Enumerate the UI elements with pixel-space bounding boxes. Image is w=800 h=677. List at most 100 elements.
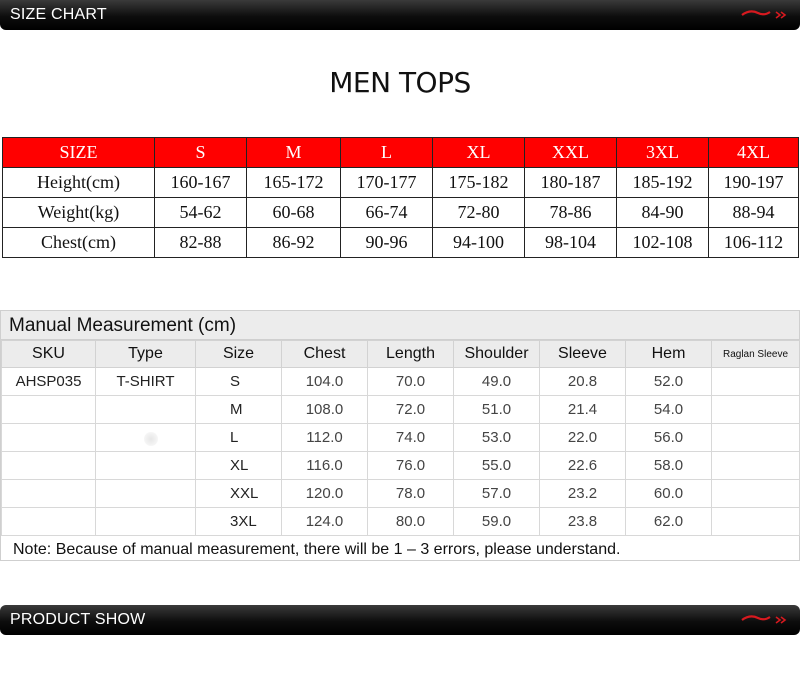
manual-column-header: SKU <box>1 340 96 368</box>
size-row-label: Chest(cm) <box>2 227 155 258</box>
manual-cell: M <box>195 395 282 424</box>
manual-measurement-panel: Manual Measurement (cm) SKU Type Size Chest… <box>0 310 800 561</box>
manual-cell: 74.0 <box>367 423 454 452</box>
table-row: 3XL 124.0 80.0 59.0 23.8 62.0 <box>1 507 800 536</box>
manual-cell: 54.0 <box>625 395 712 424</box>
manual-cell: 52.0 <box>625 367 712 396</box>
size-header-cell: 4XL <box>708 137 799 168</box>
size-range-cell: 86-92 <box>246 227 341 258</box>
manual-cell: 21.4 <box>539 395 626 424</box>
size-range-cell: 72-80 <box>432 197 525 228</box>
manual-column-header: Type <box>95 340 196 368</box>
manual-cell: 70.0 <box>367 367 454 396</box>
size-header-cell: XL <box>432 137 525 168</box>
brand-logo-icon <box>741 10 787 19</box>
manual-cell: L <box>195 423 282 452</box>
manual-cell: 116.0 <box>281 451 368 480</box>
manual-cell: 22.6 <box>539 451 626 480</box>
manual-cell: S <box>195 367 282 396</box>
manual-cell <box>95 451 196 480</box>
manual-cell: 112.0 <box>281 423 368 452</box>
manual-cell: 58.0 <box>625 451 712 480</box>
manual-cell: 60.0 <box>625 479 712 508</box>
manual-column-header: Length <box>367 340 454 368</box>
manual-cell: 56.0 <box>625 423 712 452</box>
size-range-cell: 160-167 <box>154 167 247 198</box>
size-header-cell: S <box>154 137 247 168</box>
size-header-label: SIZE <box>2 137 155 168</box>
size-range-cell: 106-112 <box>708 227 799 258</box>
manual-cell <box>1 451 96 480</box>
manual-cell: T-SHIRT <box>95 367 196 396</box>
manual-cell <box>711 395 800 424</box>
manual-cell: 78.0 <box>367 479 454 508</box>
decorative-dot <box>144 432 158 446</box>
manual-cell: 49.0 <box>453 367 540 396</box>
manual-cell <box>95 507 196 536</box>
manual-cell: 55.0 <box>453 451 540 480</box>
size-header-cell: 3XL <box>616 137 709 168</box>
product-show-bar: PRODUCT SHOW <box>0 605 800 635</box>
manual-column-header: Shoulder <box>453 340 540 368</box>
manual-cell: 120.0 <box>281 479 368 508</box>
manual-cell: 51.0 <box>453 395 540 424</box>
manual-cell: 108.0 <box>281 395 368 424</box>
manual-table-body: AHSP035 T-SHIRT S 104.0 70.0 49.0 20.8 52.0 M 108… <box>1 367 800 536</box>
manual-cell: 124.0 <box>281 507 368 536</box>
manual-cell <box>95 395 196 424</box>
manual-cell <box>711 367 800 396</box>
size-table-row: Height(cm) 160-167 165-172 170-177 175-182 18… <box>2 167 799 198</box>
size-range-cell: 185-192 <box>616 167 709 198</box>
manual-cell: 53.0 <box>453 423 540 452</box>
size-header-cell: L <box>340 137 433 168</box>
size-range-cell: 102-108 <box>616 227 709 258</box>
size-range-cell: 175-182 <box>432 167 525 198</box>
manual-cell: 57.0 <box>453 479 540 508</box>
manual-cell: XL <box>195 451 282 480</box>
manual-cell <box>711 479 800 508</box>
manual-cell: 22.0 <box>539 423 626 452</box>
size-range-cell: 60-68 <box>246 197 341 228</box>
manual-column-header: Chest <box>281 340 368 368</box>
manual-measurement-title: Manual Measurement (cm) <box>1 311 799 340</box>
manual-cell: 23.2 <box>539 479 626 508</box>
size-header-cell: XXL <box>524 137 617 168</box>
manual-cell: 80.0 <box>367 507 454 536</box>
size-range-cell: 190-197 <box>708 167 799 198</box>
measurement-note: Note: Because of manual measurement, the… <box>13 541 621 558</box>
size-row-label: Weight(kg) <box>2 197 155 228</box>
manual-column-header: Sleeve <box>539 340 626 368</box>
size-range-cell: 88-94 <box>708 197 799 228</box>
size-range-cell: 82-88 <box>154 227 247 258</box>
brand-logo-icon <box>741 615 787 624</box>
manual-cell <box>95 479 196 508</box>
size-range-cell: 90-96 <box>340 227 433 258</box>
manual-column-header: Raglan Sleeve <box>711 340 800 368</box>
table-row: XL 116.0 76.0 55.0 22.6 58.0 <box>1 451 800 480</box>
size-chart-header-bar: SIZE CHART <box>0 0 800 30</box>
manual-measurement-table: SKU Type Size Chest Length Shoulder Sleeve Hem R… <box>1 340 800 536</box>
table-row: L 112.0 74.0 53.0 22.0 56.0 <box>1 423 800 452</box>
size-table-row: Weight(kg) 54-62 60-68 66-74 72-80 78-86 84-90… <box>2 197 799 228</box>
size-table: SIZE S M L XL XXL 3XL 4XL Height(cm) 160-167 165-… <box>2 137 799 258</box>
manual-cell: AHSP035 <box>1 367 96 396</box>
page-title: MEN TOPS <box>329 66 471 99</box>
size-range-cell: 66-74 <box>340 197 433 228</box>
size-range-cell: 78-86 <box>524 197 617 228</box>
size-table-header-row: SIZE S M L XL XXL 3XL 4XL <box>2 137 799 168</box>
manual-cell: XXL <box>195 479 282 508</box>
manual-cell: 104.0 <box>281 367 368 396</box>
table-row: AHSP035 T-SHIRT S 104.0 70.0 49.0 20.8 52.0 <box>1 367 800 396</box>
size-row-label: Height(cm) <box>2 167 155 198</box>
manual-cell: 76.0 <box>367 451 454 480</box>
manual-column-header: Size <box>195 340 282 368</box>
size-range-cell: 165-172 <box>246 167 341 198</box>
manual-cell: 20.8 <box>539 367 626 396</box>
size-range-cell: 84-90 <box>616 197 709 228</box>
size-range-cell: 170-177 <box>340 167 433 198</box>
table-row: M 108.0 72.0 51.0 21.4 54.0 <box>1 395 800 424</box>
header-title: SIZE CHART <box>10 6 107 23</box>
footer-title: PRODUCT SHOW <box>10 611 146 628</box>
manual-cell: 23.8 <box>539 507 626 536</box>
manual-cell <box>1 395 96 424</box>
